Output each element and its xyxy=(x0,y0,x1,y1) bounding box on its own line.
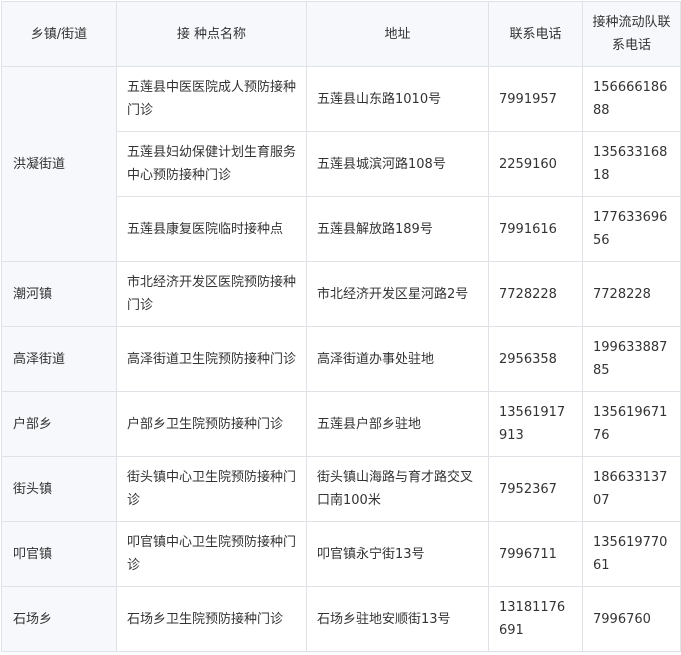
table-row: 叩官镇 叩官镇中心卫生院预防接种门诊 叩官镇永宁街13号 7996711 135… xyxy=(1,521,681,587)
town-cell: 街头镇 xyxy=(1,456,117,522)
address-cell: 五莲县山东路1010号 xyxy=(306,66,489,132)
mobile-phone-cell: 19963388785 xyxy=(582,326,681,392)
phone-cell: 7952367 xyxy=(488,456,583,522)
town-cell: 洪凝街道 xyxy=(1,66,117,262)
mobile-phone-cell: 7996760 xyxy=(582,586,681,652)
site-name-cell: 户部乡卫生院预防接种门诊 xyxy=(116,391,307,457)
address-cell: 市北经济开发区星河路2号 xyxy=(306,261,489,327)
town-cell: 叩官镇 xyxy=(1,521,117,587)
site-name-cell: 石场乡卫生院预防接种门诊 xyxy=(116,586,307,652)
table-row: 户部乡 户部乡卫生院预防接种门诊 五莲县户部乡驻地 13561917913 13… xyxy=(1,391,681,457)
address-cell: 高泽街道办事处驻地 xyxy=(306,326,489,392)
header-town: 乡镇/街道 xyxy=(1,1,117,67)
address-cell: 石场乡驻地安顺街13号 xyxy=(306,586,489,652)
address-cell: 街头镇山海路与育才路交叉口南100米 xyxy=(306,456,489,522)
mobile-phone-cell: 13563316818 xyxy=(582,131,681,197)
phone-cell: 7991616 xyxy=(488,196,583,262)
header-site-name: 接 种点名称 xyxy=(116,1,307,67)
mobile-phone-cell: 13561967176 xyxy=(582,391,681,457)
site-name-cell: 叩官镇中心卫生院预防接种门诊 xyxy=(116,521,307,587)
town-cell: 石场乡 xyxy=(1,586,117,652)
phone-cell: 7996711 xyxy=(488,521,583,587)
header-address: 地址 xyxy=(306,1,489,67)
table-row: 街头镇 街头镇中心卫生院预防接种门诊 街头镇山海路与育才路交叉口南100米 79… xyxy=(1,456,681,522)
phone-cell: 7991957 xyxy=(488,66,583,132)
header-row: 乡镇/街道 接 种点名称 地址 联系电话 接种流动队联系电话 xyxy=(1,1,681,67)
phone-cell: 7728228 xyxy=(488,261,583,327)
address-cell: 五莲县户部乡驻地 xyxy=(306,391,489,457)
mobile-phone-cell: 17763369656 xyxy=(582,196,681,262)
phone-cell: 2259160 xyxy=(488,131,583,197)
site-name-cell: 市北经济开发区医院预防接种门诊 xyxy=(116,261,307,327)
site-name-cell: 五莲县中医医院成人预防接种门诊 xyxy=(116,66,307,132)
phone-cell: 2956358 xyxy=(488,326,583,392)
town-cell: 户部乡 xyxy=(1,391,117,457)
town-cell: 高泽街道 xyxy=(1,326,117,392)
site-name-cell: 高泽街道卫生院预防接种门诊 xyxy=(116,326,307,392)
address-cell: 叩官镇永宁街13号 xyxy=(306,521,489,587)
table-row: 石场乡 石场乡卫生院预防接种门诊 石场乡驻地安顺街13号 13181176691… xyxy=(1,586,681,652)
address-cell: 五莲县解放路189号 xyxy=(306,196,489,262)
site-name-cell: 街头镇中心卫生院预防接种门诊 xyxy=(116,456,307,522)
site-name-cell: 五莲县妇幼保健计划生育服务中心预防接种门诊 xyxy=(116,131,307,197)
header-mobile-team-phone: 接种流动队联系电话 xyxy=(582,1,681,67)
mobile-phone-cell: 15666618688 xyxy=(582,66,681,132)
site-name-cell: 五莲县康复医院临时接种点 xyxy=(116,196,307,262)
table-row: 高泽街道 高泽街道卫生院预防接种门诊 高泽街道办事处驻地 2956358 199… xyxy=(1,326,681,392)
table-row: 潮河镇 市北经济开发区医院预防接种门诊 市北经济开发区星河路2号 7728228… xyxy=(1,261,681,327)
vaccination-sites-table: 乡镇/街道 接 种点名称 地址 联系电话 接种流动队联系电话 洪凝街道 五莲县中… xyxy=(1,1,681,652)
mobile-phone-cell: 7728228 xyxy=(582,261,681,327)
phone-cell: 13181176691 xyxy=(488,586,583,652)
header-phone: 联系电话 xyxy=(488,1,583,67)
phone-cell: 13561917913 xyxy=(488,391,583,457)
mobile-phone-cell: 18663313707 xyxy=(582,456,681,522)
town-cell: 潮河镇 xyxy=(1,261,117,327)
table-row: 洪凝街道 五莲县中医医院成人预防接种门诊 五莲县山东路1010号 7991957… xyxy=(1,66,681,262)
address-cell: 五莲县城滨河路108号 xyxy=(306,131,489,197)
mobile-phone-cell: 13561977061 xyxy=(582,521,681,587)
